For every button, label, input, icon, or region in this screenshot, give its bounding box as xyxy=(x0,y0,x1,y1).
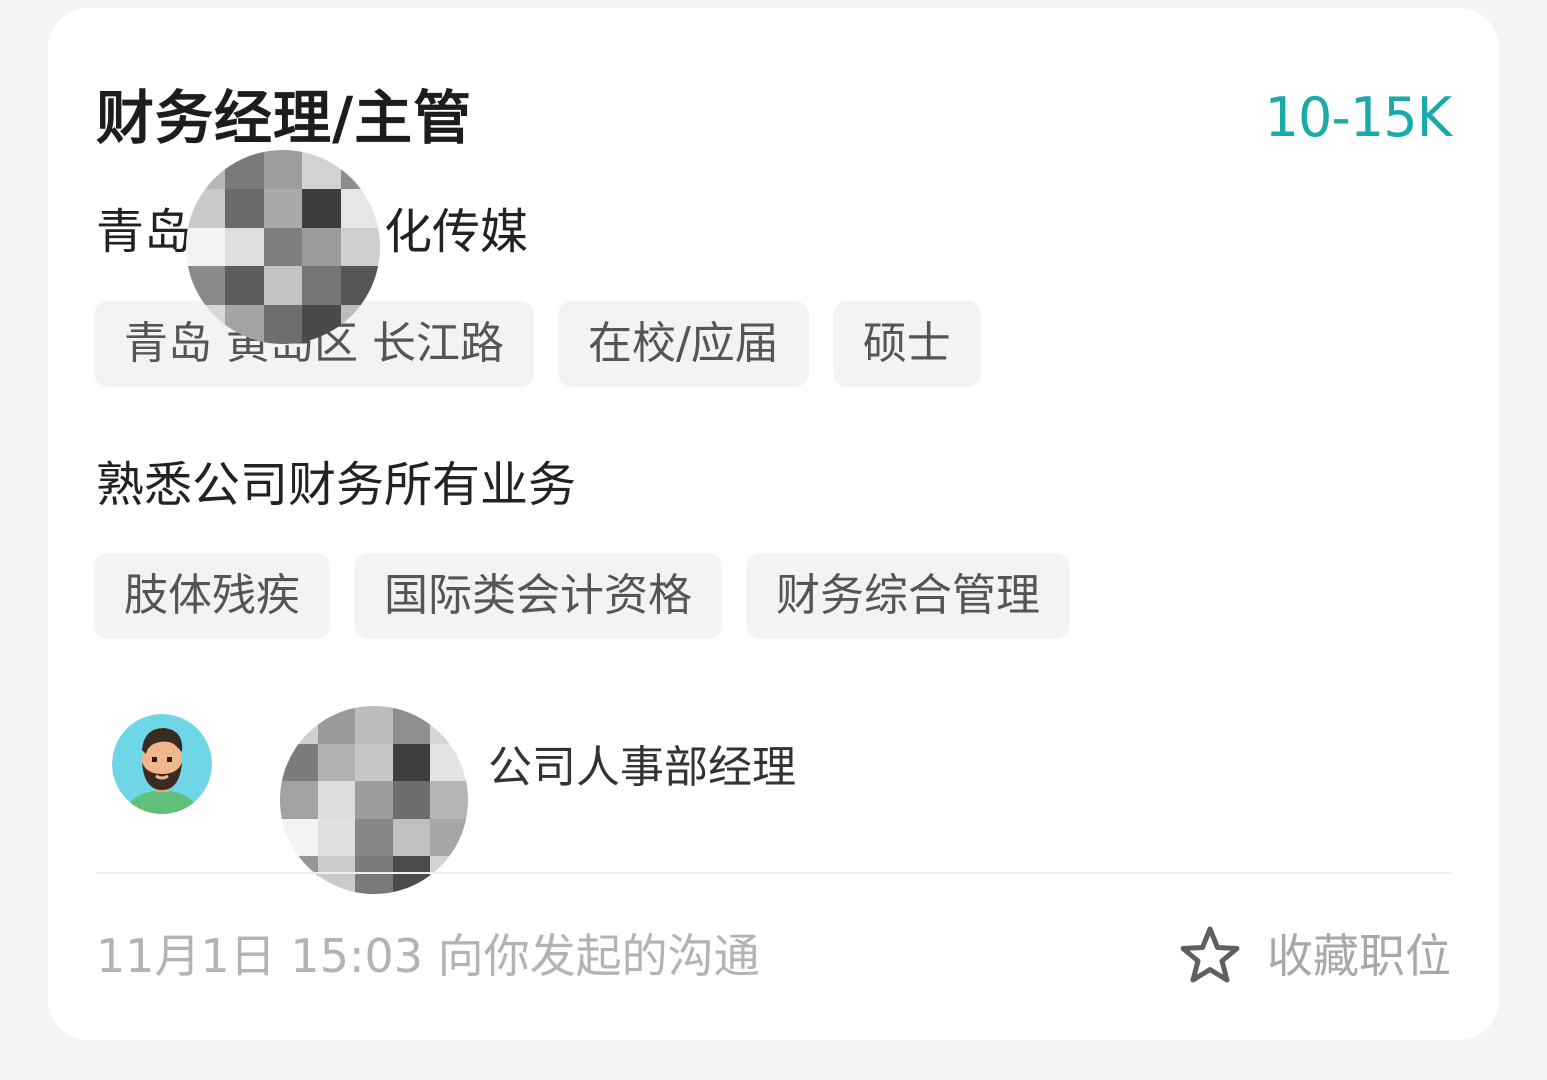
divider xyxy=(96,872,1451,874)
job-title: 财务经理/主管 xyxy=(96,84,473,152)
tag-degree: 硕士 xyxy=(832,301,981,387)
contact-time: 11月1日 15:03 向你发起的沟通 xyxy=(96,929,760,983)
bearded-man-avatar-icon xyxy=(112,714,212,814)
tag-experience: 在校/应届 xyxy=(557,301,809,387)
favorite-job-button[interactable]: 收藏职位 xyxy=(1177,923,1451,989)
skill-tags: 肢体残疾 国际类会计资格 财务综合管理 xyxy=(94,553,1070,639)
skill-tag: 国际类会计资格 xyxy=(354,553,722,639)
recruiter-title: 公司人事部经理 xyxy=(488,742,796,793)
favorite-label: 收藏职位 xyxy=(1267,929,1451,983)
job-description: 熟悉公司财务所有业务 xyxy=(96,457,577,513)
job-card[interactable]: 财务经理/主管 10-15K 青岛 化传媒 青岛 黄岛区 长江路 在校/应届 硕… xyxy=(48,8,1499,1040)
privacy-mosaic xyxy=(280,706,468,894)
skill-tag: 肢体残疾 xyxy=(94,553,330,639)
star-outline-icon xyxy=(1180,926,1240,983)
recruiter-avatar[interactable] xyxy=(112,714,212,814)
salary: 10-15K xyxy=(1264,86,1452,149)
privacy-mosaic xyxy=(186,150,380,344)
skill-tag: 财务综合管理 xyxy=(746,553,1070,639)
